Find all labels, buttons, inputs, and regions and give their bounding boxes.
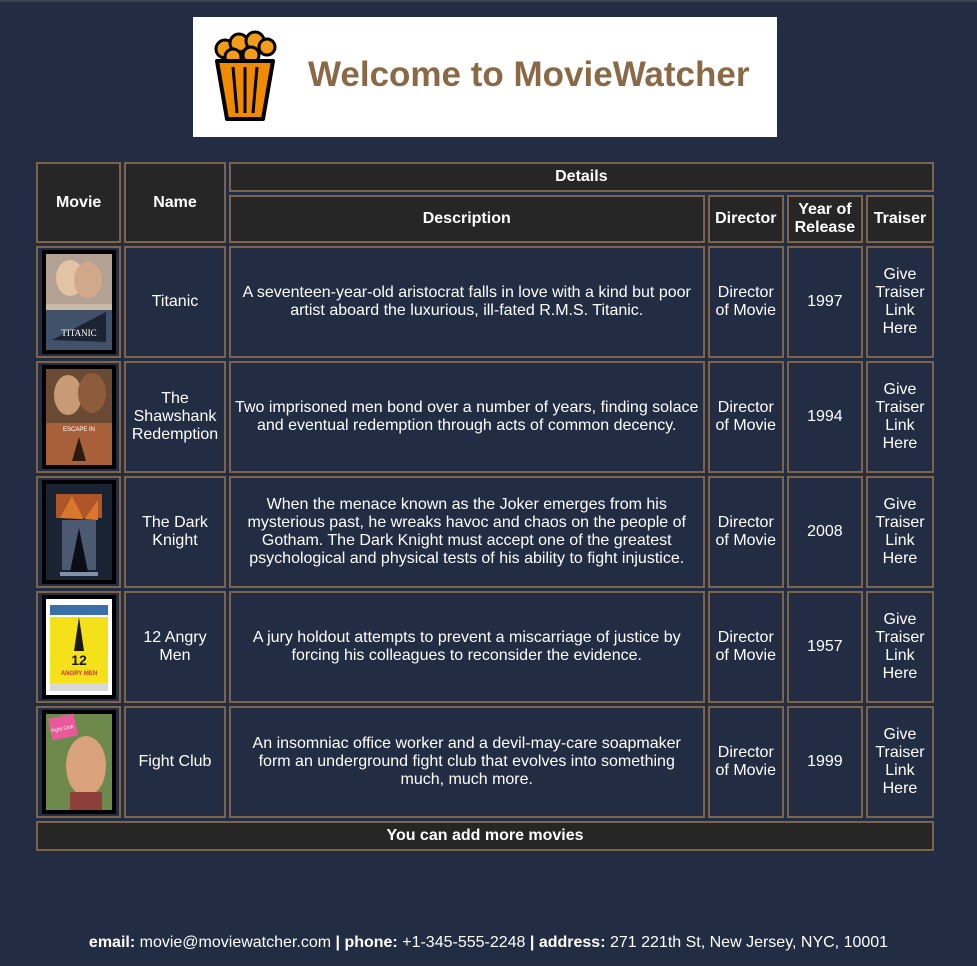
column-header-director: Director: [707, 195, 784, 243]
phone-value[interactable]: +1-345-555-2248: [402, 934, 525, 951]
trailer-link[interactable]: Give Traiser Link Here: [865, 591, 934, 703]
movie-name: Titanic: [124, 246, 226, 358]
column-header-year: Year of Release: [786, 195, 863, 243]
movie-director: Director of Movie: [707, 591, 784, 703]
trailer-link[interactable]: Give Traiser Link Here: [865, 476, 934, 588]
movie-name: Fight Club: [124, 706, 226, 818]
movie-year: 1957: [786, 591, 863, 703]
column-header-name: Name: [124, 162, 226, 243]
email-value[interactable]: movie@moviewatcher.com: [140, 934, 331, 951]
column-header-movie: Movie: [36, 162, 122, 243]
movie-description: Two imprisoned men bond over a number of…: [228, 361, 705, 473]
movies-table: Movie Name Details Description Director …: [33, 159, 937, 854]
table-row: 12 ANGRY MEN 12 Angry Men A jury holdout…: [36, 591, 934, 703]
email-label: email:: [88, 934, 136, 951]
movie-name: The Dark Knight: [124, 476, 226, 588]
site-banner: Welcome to MovieWatcher: [193, 17, 777, 137]
contact-footer: email: movie@moviewatcher.com | phone: +…: [0, 934, 977, 952]
address-label: address:: [538, 934, 606, 951]
movie-year: 1999: [786, 706, 863, 818]
movie-name: The Shawshank Redemption: [124, 361, 226, 473]
footer-separator: |: [335, 934, 340, 951]
movie-year: 1994: [786, 361, 863, 473]
shawshank-poster-text: ESCAPE IN: [63, 427, 95, 433]
add-more-movies-text: You can add more movies: [36, 821, 934, 851]
movie-director: Director of Movie: [707, 476, 784, 588]
titanic-poster: TITANIC: [42, 250, 116, 354]
12-angry-men-poster-number: 12: [71, 652, 87, 668]
poster-cell: Fight Club: [36, 706, 122, 818]
movie-director: Director of Movie: [707, 361, 784, 473]
trailer-link[interactable]: Give Traiser Link Here: [865, 361, 934, 473]
movie-year: 1997: [786, 246, 863, 358]
poster-cell: [36, 476, 122, 588]
movie-name: 12 Angry Men: [124, 591, 226, 703]
popcorn-icon: [214, 30, 277, 121]
table-row: Fight Club Fight Club An insomniac offic…: [36, 706, 934, 818]
trailer-link[interactable]: Give Traiser Link Here: [865, 246, 934, 358]
column-header-details: Details: [228, 162, 934, 192]
poster-cell: TITANIC: [36, 246, 122, 358]
movie-year: 2008: [786, 476, 863, 588]
12-angry-men-poster-title: ANGRY MEN: [61, 671, 97, 677]
add-more-row: You can add more movies: [36, 821, 934, 851]
fight-club-poster: Fight Club: [42, 710, 116, 814]
movie-description: A jury holdout attempts to prevent a mis…: [228, 591, 705, 703]
phone-label: phone:: [344, 934, 398, 951]
movie-director: Director of Movie: [707, 706, 784, 818]
table-row: TITANIC Titanic A seventeen-year-old ari…: [36, 246, 934, 358]
table-header-row: Movie Name Details: [36, 162, 934, 243]
trailer-link[interactable]: Give Traiser Link Here: [865, 706, 934, 818]
poster-cell: ESCAPE IN: [36, 361, 122, 473]
address-value: 271 221th St, New Jersey, NYC, 10001: [609, 934, 889, 951]
table-row: The Dark Knight When the menace known as…: [36, 476, 934, 588]
movie-description: A seventeen-year-old aristocrat falls in…: [228, 246, 705, 358]
movie-description: An insomniac office worker and a devil-m…: [228, 706, 705, 818]
poster-cell: 12 ANGRY MEN: [36, 591, 122, 703]
dark-knight-poster: [42, 480, 116, 584]
12-angry-men-poster: 12 ANGRY MEN: [42, 595, 116, 699]
column-header-trailer: Traiser: [865, 195, 934, 243]
movie-director: Director of Movie: [707, 246, 784, 358]
column-header-description: Description: [228, 195, 705, 243]
footer-separator: |: [529, 934, 535, 951]
table-row: ESCAPE IN The Shawshank Redemption Two i…: [36, 361, 934, 473]
page-title: Welcome to MovieWatcher: [308, 55, 750, 94]
movie-description: When the menace known as the Joker emerg…: [228, 476, 705, 588]
titanic-poster-text: TITANIC: [61, 328, 96, 338]
shawshank-poster: ESCAPE IN: [42, 365, 116, 469]
